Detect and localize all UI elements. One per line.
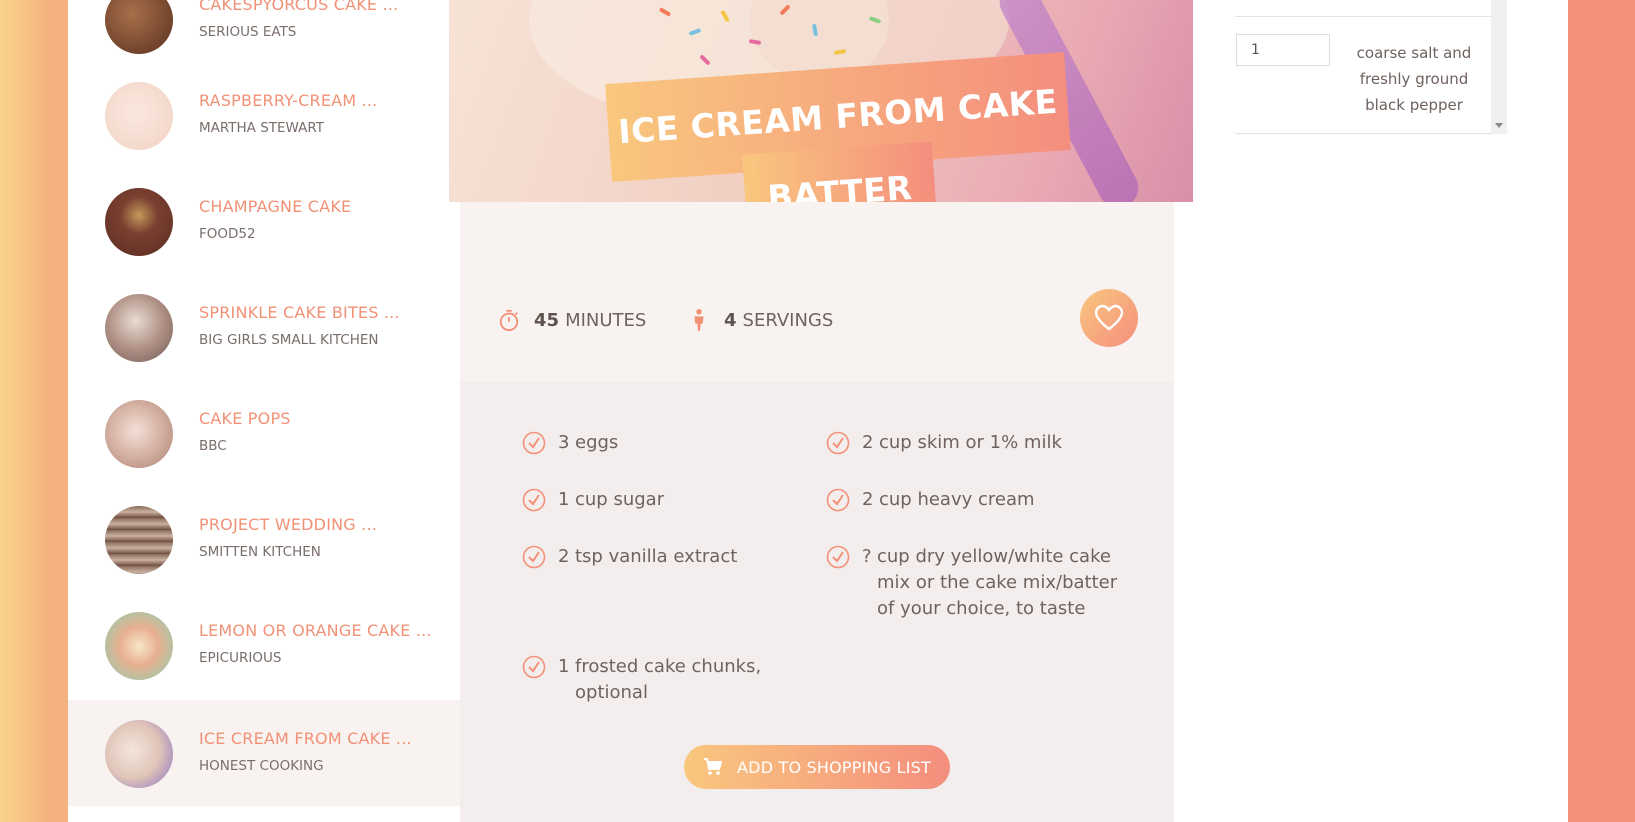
- ingredients-panel: 3 eggs 2 cup skim or 1% milk 1 cup sugar…: [460, 382, 1174, 822]
- check-icon: [522, 655, 546, 679]
- ingredient-qty: 1: [558, 489, 570, 510]
- recipe-source: HONEST COOKING: [199, 758, 324, 774]
- ingredient-text: tsp vanilla extract: [575, 546, 738, 567]
- check-icon: [522, 431, 546, 455]
- recipe-meta: 45 MINUTES 4 SERVINGS: [460, 202, 1174, 382]
- recipe-list-item-active[interactable]: ICE CREAM FROM CAKE ... HONEST COOKING: [68, 700, 460, 806]
- servings: 4 SERVINGS: [688, 308, 833, 332]
- ingredient-qty: 3: [558, 432, 570, 453]
- recipe-title: ICE CREAM FROM CAKE ...: [199, 729, 412, 748]
- recipe-title: SPRINKLE CAKE BITES ...: [199, 303, 400, 322]
- recipe-title: CHAMPAGNE CAKE: [199, 197, 352, 216]
- recipe-thumbnail: [105, 82, 173, 150]
- shopping-ingredient-line: black pepper: [1365, 96, 1463, 114]
- minutes-value: 45: [534, 309, 560, 331]
- quantity-input[interactable]: [1236, 34, 1330, 66]
- scrollbar[interactable]: [1491, 0, 1507, 134]
- scroll-down-arrow-icon[interactable]: [1495, 123, 1503, 128]
- cart-icon: [704, 758, 723, 775]
- ingredient-qty: 2: [558, 546, 570, 567]
- servings-label: SERVINGS: [742, 309, 834, 331]
- recipe-list-item[interactable]: SPRINKLE CAKE BITES ... BIG GIRLS SMALL …: [68, 274, 460, 380]
- ingredient-text: cup skim or 1% milk: [879, 432, 1062, 453]
- recipe-title: CAKESPYORCUS CAKE ...: [199, 0, 399, 14]
- check-icon: [826, 488, 850, 512]
- recipe-title: LEMON OR ORANGE CAKE ...: [199, 621, 432, 640]
- recipe-title: PROJECT WEDDING ...: [199, 515, 378, 534]
- servings-value: 4: [724, 309, 737, 331]
- heart-icon: [1094, 304, 1124, 331]
- shopping-list-panel: coarse salt and freshly ground black pep…: [1235, 0, 1507, 134]
- recipe-source: BBC: [199, 438, 227, 454]
- app-window: CAKESPYORCUS CAKE ... SERIOUS EATS RASPB…: [68, 0, 1568, 822]
- recipe-source: SERIOUS EATS: [199, 24, 297, 40]
- recipe-thumbnail: [105, 188, 173, 256]
- recipe-thumbnail: [105, 612, 173, 680]
- ingredient-text: eggs: [575, 432, 619, 453]
- ingredient-qty: ?: [862, 546, 872, 567]
- recipe-list-item[interactable]: CHAMPAGNE CAKE FOOD52: [68, 168, 460, 274]
- recipe-thumbnail: [105, 0, 173, 54]
- ingredient-text-line: frosted cake chunks,: [575, 656, 762, 677]
- recipe-detail: ICE CREAM FROM CAKE BATTER 45 MINUTES 4: [449, 0, 1193, 822]
- recipe-title: RASPBERRY-CREAM ...: [199, 91, 378, 110]
- recipe-list-item[interactable]: RASPBERRY-CREAM ... MARTHA STEWART: [68, 62, 460, 168]
- check-icon: [826, 545, 850, 569]
- recipe-sidebar: CAKESPYORCUS CAKE ... SERIOUS EATS RASPB…: [68, 0, 460, 822]
- recipe-list-item[interactable]: PROJECT WEDDING ... SMITTEN KITCHEN: [68, 486, 460, 592]
- favorite-button[interactable]: [1080, 289, 1138, 347]
- ingredient-item[interactable]: 1 frosted cake chunks, optional: [522, 654, 782, 708]
- shopping-ingredient-name: coarse salt and freshly ground black pep…: [1349, 40, 1479, 118]
- person-icon: [694, 309, 704, 331]
- recipe-thumbnail: [105, 400, 173, 468]
- recipe-title: CAKE POPS: [199, 409, 291, 428]
- shopping-ingredient-line: freshly ground: [1359, 70, 1469, 88]
- ingredient-text-line: of your choice, to taste: [877, 598, 1086, 619]
- ingredient-qty: 2: [862, 432, 874, 453]
- recipe-list-item[interactable]: LEMON OR ORANGE CAKE ... EPICURIOUS: [68, 592, 460, 698]
- recipe-source: EPICURIOUS: [199, 650, 282, 666]
- stopwatch-icon: [499, 309, 519, 331]
- recipe-thumbnail: [105, 294, 173, 362]
- recipe-source: FOOD52: [199, 226, 256, 242]
- ingredient-text-line: cup dry yellow/white cake: [877, 546, 1111, 567]
- add-to-shopping-list-label: ADD TO SHOPPING LIST: [737, 757, 931, 777]
- ingredient-item[interactable]: ? cup dry yellow/white cake mix or the c…: [826, 544, 1126, 624]
- add-to-shopping-list-button[interactable]: ADD TO SHOPPING LIST: [684, 745, 950, 789]
- ingredient-qty: 2: [862, 489, 874, 510]
- recipe-source: BIG GIRLS SMALL KITCHEN: [199, 332, 379, 348]
- recipe-thumbnail: [105, 720, 173, 788]
- check-icon: [826, 431, 850, 455]
- recipe-thumbnail: [105, 506, 173, 574]
- ingredient-text: cup sugar: [575, 489, 665, 510]
- shopping-ingredient-line: coarse salt and: [1356, 44, 1472, 62]
- check-icon: [522, 488, 546, 512]
- cook-time: 45 MINUTES: [498, 308, 646, 332]
- ingredient-qty: 1: [558, 656, 570, 677]
- check-icon: [522, 545, 546, 569]
- recipe-source: MARTHA STEWART: [199, 120, 325, 136]
- divider: [1235, 16, 1491, 17]
- recipe-source: SMITTEN KITCHEN: [199, 544, 321, 560]
- minutes-label: MINUTES: [565, 309, 647, 331]
- ingredient-text-line: mix or the cake mix/batter: [877, 572, 1118, 593]
- ingredient-text-line: optional: [575, 682, 648, 703]
- ingredient-text: cup heavy cream: [879, 489, 1035, 510]
- recipe-list-item[interactable]: CAKE POPS BBC: [68, 380, 460, 486]
